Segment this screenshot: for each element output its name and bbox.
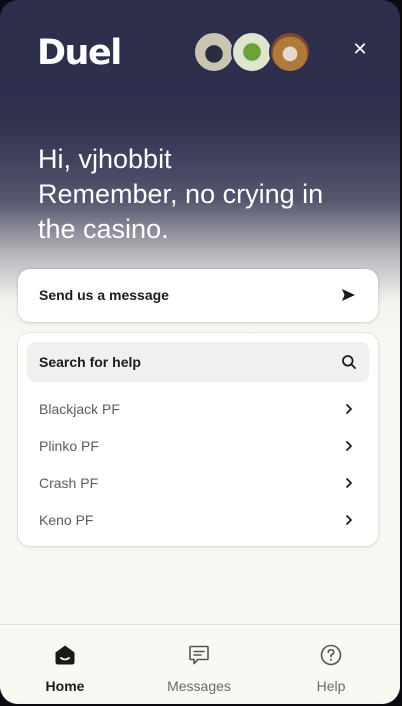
search-help-button[interactable]: Search for help <box>27 342 369 382</box>
team-avatars <box>193 31 313 73</box>
chevron-right-icon <box>346 478 352 488</box>
bottom-nav: Home Messages Help <box>0 624 400 704</box>
nav-label: Help <box>316 678 346 694</box>
chevron-right-icon <box>346 441 352 451</box>
avatar <box>269 31 311 73</box>
help-icon <box>320 644 342 666</box>
greeting-line: Remember, no crying in <box>38 179 324 209</box>
chevron-right-icon <box>346 404 352 414</box>
greeting-line: the casino. <box>38 214 169 244</box>
help-item-label: Crash PF <box>39 475 99 491</box>
help-item-blackjack[interactable]: Blackjack PF <box>27 392 369 426</box>
close-button[interactable]: ✕ <box>350 40 370 60</box>
messages-icon <box>189 645 209 665</box>
chevron-right-icon <box>346 515 352 525</box>
nav-label: Messages <box>167 678 231 694</box>
help-item-plinko[interactable]: Plinko PF <box>27 429 369 463</box>
duel-logo: Duel <box>37 33 122 73</box>
help-item-keno[interactable]: Keno PF <box>27 503 369 537</box>
help-item-label: Keno PF <box>39 512 94 528</box>
send-icon <box>342 289 355 301</box>
nav-home[interactable]: Home <box>9 625 119 704</box>
search-icon <box>342 355 356 369</box>
greeting-line: Hi, vjhobbit <box>38 144 172 174</box>
send-message-label: Send us a message <box>39 287 169 303</box>
help-item-label: Blackjack PF <box>39 401 120 417</box>
home-icon <box>55 645 75 665</box>
help-item-crash[interactable]: Crash PF <box>27 466 369 500</box>
nav-label: Home <box>45 678 85 694</box>
nav-help[interactable]: Help <box>275 625 385 704</box>
avatar <box>231 31 273 73</box>
nav-messages[interactable]: Messages <box>143 625 253 704</box>
search-help-label: Search for help <box>39 354 141 370</box>
greeting: Hi, vjhobbit Remember, no crying in the … <box>38 142 368 247</box>
help-card: Search for help Blackjack PF Plinko PF C… <box>18 333 378 546</box>
messenger-widget: Duel ✕ Hi, vjhobbit Remember, no crying … <box>0 0 400 704</box>
close-icon: ✕ <box>352 39 368 60</box>
send-message-button[interactable]: Send us a message <box>18 269 378 322</box>
avatar <box>193 31 235 73</box>
help-item-label: Plinko PF <box>39 438 99 454</box>
